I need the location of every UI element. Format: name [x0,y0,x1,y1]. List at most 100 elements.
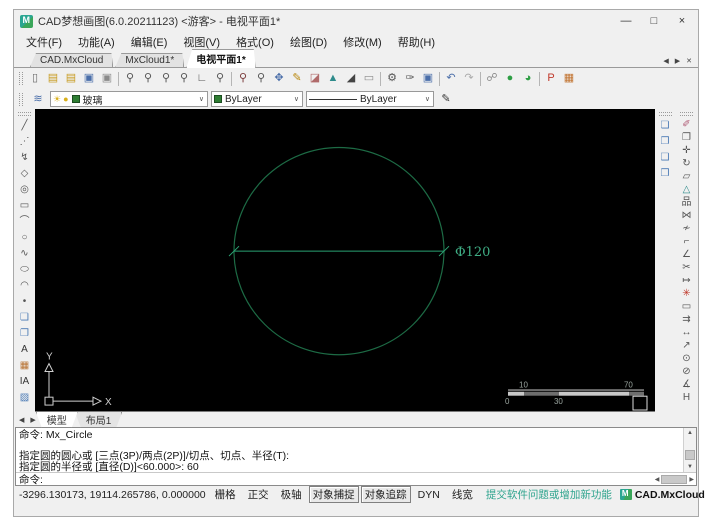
dim-linear-icon[interactable]: ↔ [678,326,696,339]
trim-icon[interactable]: ✂ [678,261,696,274]
cloud-open-icon[interactable]: ◕ [519,70,537,88]
redo-icon[interactable]: ↷ [460,70,478,88]
menu-edit[interactable]: 编辑(E) [123,34,176,50]
stretch-icon[interactable]: △ [678,183,696,196]
diameter-dimension[interactable]: Φ120 [229,245,490,260]
copy-base-icon[interactable]: ❐ [656,134,674,150]
command-input-row[interactable]: 命令: ◀ ▶ [16,472,696,485]
match-brush-icon[interactable]: ✑ [401,70,419,88]
fillet-icon[interactable]: ⌐ [678,235,696,248]
sheet-tab-model[interactable]: 模型 [36,412,78,428]
drawing-canvas[interactable]: Φ120 Y X [35,109,655,412]
minimize-button[interactable]: — [612,11,640,31]
menu-function[interactable]: 功能(A) [70,34,123,50]
properties-brush-icon[interactable]: ✎ [437,90,455,108]
scrollbar-thumb[interactable] [685,450,695,460]
point-icon[interactable]: • [16,294,34,310]
donut-icon[interactable]: ◎ [16,182,34,198]
scroll-left-icon[interactable]: ◀ [655,476,660,483]
tab-scroll-right-icon[interactable]: ▶ [672,57,683,65]
spline-edit-icon[interactable]: ≁ [678,222,696,235]
construction-line-icon[interactable]: ⋰ [16,134,34,150]
command-vertical-scrollbar[interactable]: ▲ ▼ [683,428,696,472]
table-icon[interactable]: ▦ [16,358,34,374]
sheet-next-icon[interactable]: ▶ [27,416,38,424]
spline-icon[interactable]: ∿ [16,246,34,262]
menu-file[interactable]: 文件(F) [18,34,70,50]
draw-pencil-icon[interactable]: ✎ [288,70,306,88]
sheet-tab-layout1[interactable]: 布局1 [75,412,123,428]
zoom-corner-icon[interactable]: ∟ [193,70,211,88]
pdf-export-icon[interactable]: P [542,70,560,88]
ellipse-arc-icon[interactable]: ◠ [16,278,34,294]
rotate-icon[interactable]: ↻ [678,157,696,170]
command-horizontal-scrollbar[interactable]: ◀ ▶ [655,475,694,484]
polyline-icon[interactable]: ↯ [16,150,34,166]
share-icon[interactable]: ☍ [483,70,501,88]
mtext-icon[interactable]: IA [16,374,34,390]
layer-dropdown[interactable]: ☀● 玻璃 ∨ [50,91,208,107]
dim-diameter-icon[interactable]: ⊘ [678,365,696,378]
save-icon[interactable]: ▣ [80,70,98,88]
scroll-right-icon[interactable]: ▶ [689,476,694,483]
scroll-up-icon[interactable]: ▲ [687,428,693,438]
copy-icon[interactable]: ❐ [678,131,696,144]
close-button[interactable]: × [668,11,696,31]
zoom-out-icon[interactable]: ⚲ [157,70,175,88]
sheet-prev-icon[interactable]: ◀ [16,416,27,424]
menu-modify[interactable]: 修改(M) [335,34,390,50]
dim-angular-icon[interactable]: ∡ [678,378,696,391]
zoom-realtime-icon[interactable]: ⚲ [234,70,252,88]
command-history[interactable]: 命令: Mx_Circle指定圆的圆心或 [三点(3P)/两点(2P)]/切点、… [16,428,696,472]
wipeout-icon[interactable]: ▭ [678,300,696,313]
hatch-icon[interactable]: ▨ [16,390,34,406]
toggle-polar[interactable]: 极轴 [276,487,307,502]
arc-icon[interactable]: ⌒ [16,214,34,230]
toolbar-grip[interactable] [18,112,31,116]
line-tool-icon[interactable]: ╱ [16,118,34,134]
layer-manager-icon[interactable]: ≋ [29,90,47,108]
mirror-icon[interactable]: ⋈ [678,209,696,222]
save-all-icon[interactable]: ▣ [419,70,437,88]
toolbar-grip[interactable] [19,72,23,85]
viewport-icon[interactable]: ▭ [360,70,378,88]
paste-block-icon[interactable]: ❒ [656,166,674,182]
cloud-sync-icon[interactable]: ● [501,70,519,88]
canvas-graphics[interactable]: Φ120 Y X [35,109,655,411]
color-dropdown[interactable]: ByLayer ∨ [211,91,303,107]
measure-icon[interactable]: ◢ [342,70,360,88]
toolbar-grip[interactable] [19,93,23,106]
tab-cad-mxcloud[interactable]: CAD.MxCloud [30,53,113,67]
chevron-down-icon[interactable]: ∨ [198,95,205,103]
undo-icon[interactable]: ↶ [442,70,460,88]
find-icon[interactable]: ⚙ [383,70,401,88]
maximize-button[interactable]: □ [640,11,668,31]
toolbar-grip[interactable] [680,112,693,116]
grip-edit-icon[interactable]: ⇉ [678,313,696,326]
scale-icon[interactable]: ▱ [678,170,696,183]
menu-draw[interactable]: 绘图(D) [282,34,335,50]
save-as-icon[interactable]: ▣ [98,70,116,88]
tab-mxcloud1[interactable]: MxCloud1* [115,53,184,67]
insert-block-icon[interactable]: ❏ [16,310,34,326]
scrollbar-thumb[interactable] [661,475,687,484]
toggle-grid[interactable]: 栅格 [210,487,241,502]
toggle-dyn[interactable]: DYN [413,489,445,501]
menu-view[interactable]: 视图(V) [175,34,228,50]
tab-close-icon[interactable]: ✕ [683,57,695,65]
open-file-icon[interactable]: ▤ [44,70,62,88]
zoom-window-icon[interactable]: ⚲ [121,70,139,88]
toggle-osnap[interactable]: 对象捕捉 [309,486,359,503]
zoom-extents-icon[interactable]: ⚲ [175,70,193,88]
toolbar-grip[interactable] [659,112,672,116]
erase-icon[interactable]: ✐ [678,118,696,131]
copy-clip-icon[interactable]: ❏ [656,118,674,134]
polygon-icon[interactable]: ◇ [16,166,34,182]
extend-icon[interactable]: ↦ [678,274,696,287]
feedback-link[interactable]: 提交软件问题或增加新功能 [486,487,612,502]
image-export-icon[interactable]: ▦ [560,70,578,88]
single-text-icon[interactable]: A [16,342,34,358]
explode-icon[interactable]: ✳ [678,287,696,300]
canvas-corner-grip[interactable] [633,396,647,410]
chevron-down-icon[interactable]: ∨ [293,95,300,103]
